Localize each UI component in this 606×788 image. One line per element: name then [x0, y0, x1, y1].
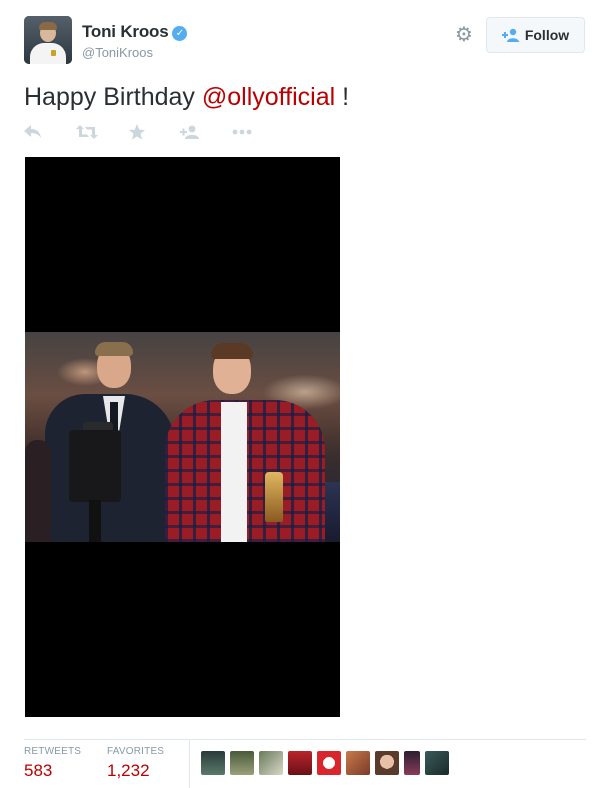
tweet-text-start: Happy Birthday: [24, 83, 202, 111]
follow-button-label: Follow: [524, 27, 570, 43]
retweets-label: RETWEETS: [24, 746, 82, 757]
retweets-count: 583: [24, 761, 53, 780]
retweet-icon[interactable]: [76, 122, 128, 142]
mention-link[interactable]: @ollyofficial: [202, 83, 335, 111]
tv-camera-image: [25, 422, 135, 542]
user-name-block[interactable]: Toni Kroos ✓ @ToniKroos: [82, 22, 188, 60]
tweet-stats: RETWEETS 583 FAVORITES 1,232: [24, 739, 586, 788]
favoriter-avatar[interactable]: [317, 751, 341, 775]
favoriter-avatar[interactable]: [230, 751, 254, 775]
favoriter-avatar[interactable]: [404, 751, 420, 775]
trophy-image: [265, 472, 283, 522]
stats-divider: [189, 740, 190, 788]
tweet-media[interactable]: [25, 157, 340, 717]
retweets-stat[interactable]: RETWEETS 583: [24, 746, 81, 781]
favoriters-avatars: [201, 751, 449, 775]
more-dots-icon[interactable]: [232, 122, 284, 142]
favoriter-avatar[interactable]: [346, 751, 370, 775]
favorites-count: 1,232: [107, 761, 150, 780]
gear-icon[interactable]: ⚙: [454, 24, 474, 44]
verified-badge-icon: ✓: [172, 26, 188, 41]
tweet-photo[interactable]: [25, 332, 340, 542]
favoriter-avatar[interactable]: [375, 751, 399, 775]
user-fullname[interactable]: Toni Kroos: [82, 22, 169, 41]
favorites-stat[interactable]: FAVORITES 1,232: [107, 746, 164, 781]
tweet-text-end: !: [335, 83, 350, 111]
reply-icon[interactable]: [24, 122, 76, 142]
favoriter-avatar[interactable]: [288, 751, 312, 775]
favorites-label: FAVORITES: [107, 746, 165, 757]
tweet-actions: [24, 122, 284, 142]
follow-button[interactable]: Follow: [486, 17, 585, 53]
tweet-text: Happy Birthday @ollyofficial !: [24, 82, 349, 112]
add-user-icon: [501, 28, 520, 42]
tweet-header: Toni Kroos ✓ @ToniKroos ⚙ Follow: [24, 16, 586, 66]
favoriter-avatar[interactable]: [201, 751, 225, 775]
favoriter-avatar[interactable]: [425, 751, 449, 775]
avatar[interactable]: [24, 16, 72, 64]
follow-user-icon[interactable]: [180, 122, 232, 142]
favorite-star-icon[interactable]: [128, 122, 180, 142]
user-handle[interactable]: @ToniKroos: [82, 45, 187, 60]
favoriter-avatar[interactable]: [259, 751, 283, 775]
